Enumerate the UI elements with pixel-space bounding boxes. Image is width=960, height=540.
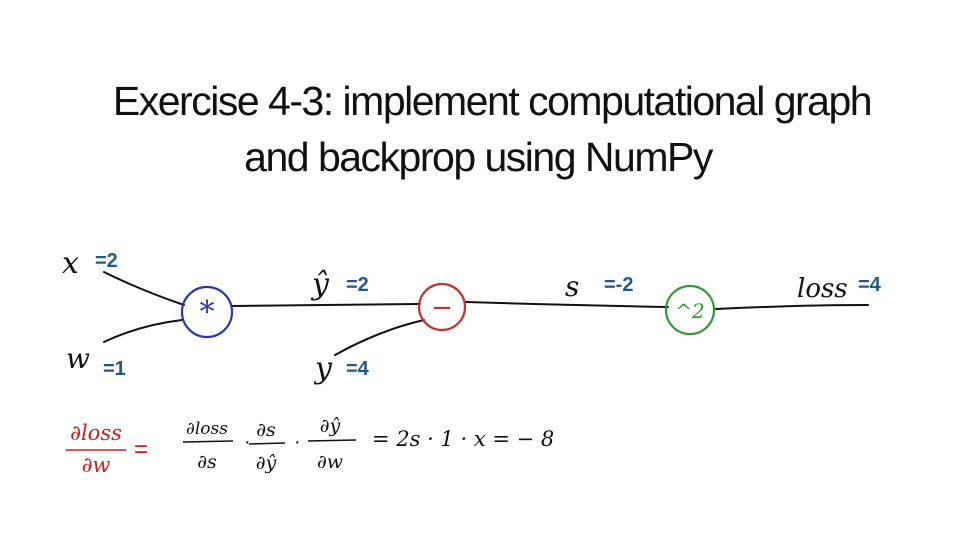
factor3-bar: [307, 439, 357, 442]
node-multiply: *: [180, 285, 234, 339]
factor3-denominator: ∂w: [317, 451, 343, 473]
formula-chain-rule: ∂loss ∂s · ∂s ∂ŷ · ∂ŷ ∂w = 2s · 1 · x = …: [182, 415, 554, 474]
edge-sq-to-loss: [715, 304, 869, 310]
var-yhat-value: =2: [346, 274, 369, 296]
node-square: ^2: [664, 284, 716, 336]
node-multiply-symbol: *: [200, 295, 215, 330]
factor3-numerator: ∂ŷ: [320, 415, 341, 437]
var-loss-value: =4: [858, 274, 882, 296]
var-x-value: =2: [95, 250, 118, 272]
formula-lhs-denominator: ∂w: [82, 453, 111, 477]
edge-x-to-mul: [103, 271, 185, 306]
node-subtract: −: [417, 282, 467, 332]
factor1-numerator: ∂loss: [186, 419, 228, 439]
node-subtract-symbol: −: [431, 293, 453, 323]
var-s-value: =-2: [604, 274, 633, 296]
var-s-label: s: [565, 270, 579, 303]
formula-result: = 2s · 1 · x = − 8: [372, 427, 554, 451]
var-yhat-label: ŷ: [310, 267, 330, 302]
factor2-numerator: ∂s: [256, 419, 276, 441]
factor1-bar: [182, 440, 234, 443]
formula-lhs: ∂loss ∂w =: [66, 421, 148, 477]
var-loss-label: loss: [797, 274, 848, 304]
dot-1: ·: [244, 431, 251, 453]
graph-edges: [103, 271, 869, 356]
var-y-label: y: [313, 351, 333, 386]
factor1-denominator: ∂s: [197, 451, 217, 473]
node-square-symbol: ^2: [675, 299, 704, 323]
var-w-label: w: [66, 342, 90, 375]
var-w-value: =1: [103, 358, 126, 380]
var-y-value: =4: [346, 358, 370, 380]
factor2-bar: [248, 442, 286, 445]
dot-2: ·: [294, 431, 301, 453]
edge-w-to-mul: [103, 319, 183, 343]
edge-y-to-sub: [334, 319, 425, 356]
factor2-denominator: ∂ŷ: [256, 452, 277, 474]
var-x-label: x: [62, 246, 79, 281]
computational-graph: * − ^2 x =2 w =1 ŷ =2 y =4 s =-2 loss =4…: [62, 246, 882, 477]
formula-lhs-numerator: ∂loss: [70, 421, 122, 445]
formula-lhs-equals: =: [134, 436, 148, 463]
edge-mul-to-sub: [231, 303, 421, 307]
